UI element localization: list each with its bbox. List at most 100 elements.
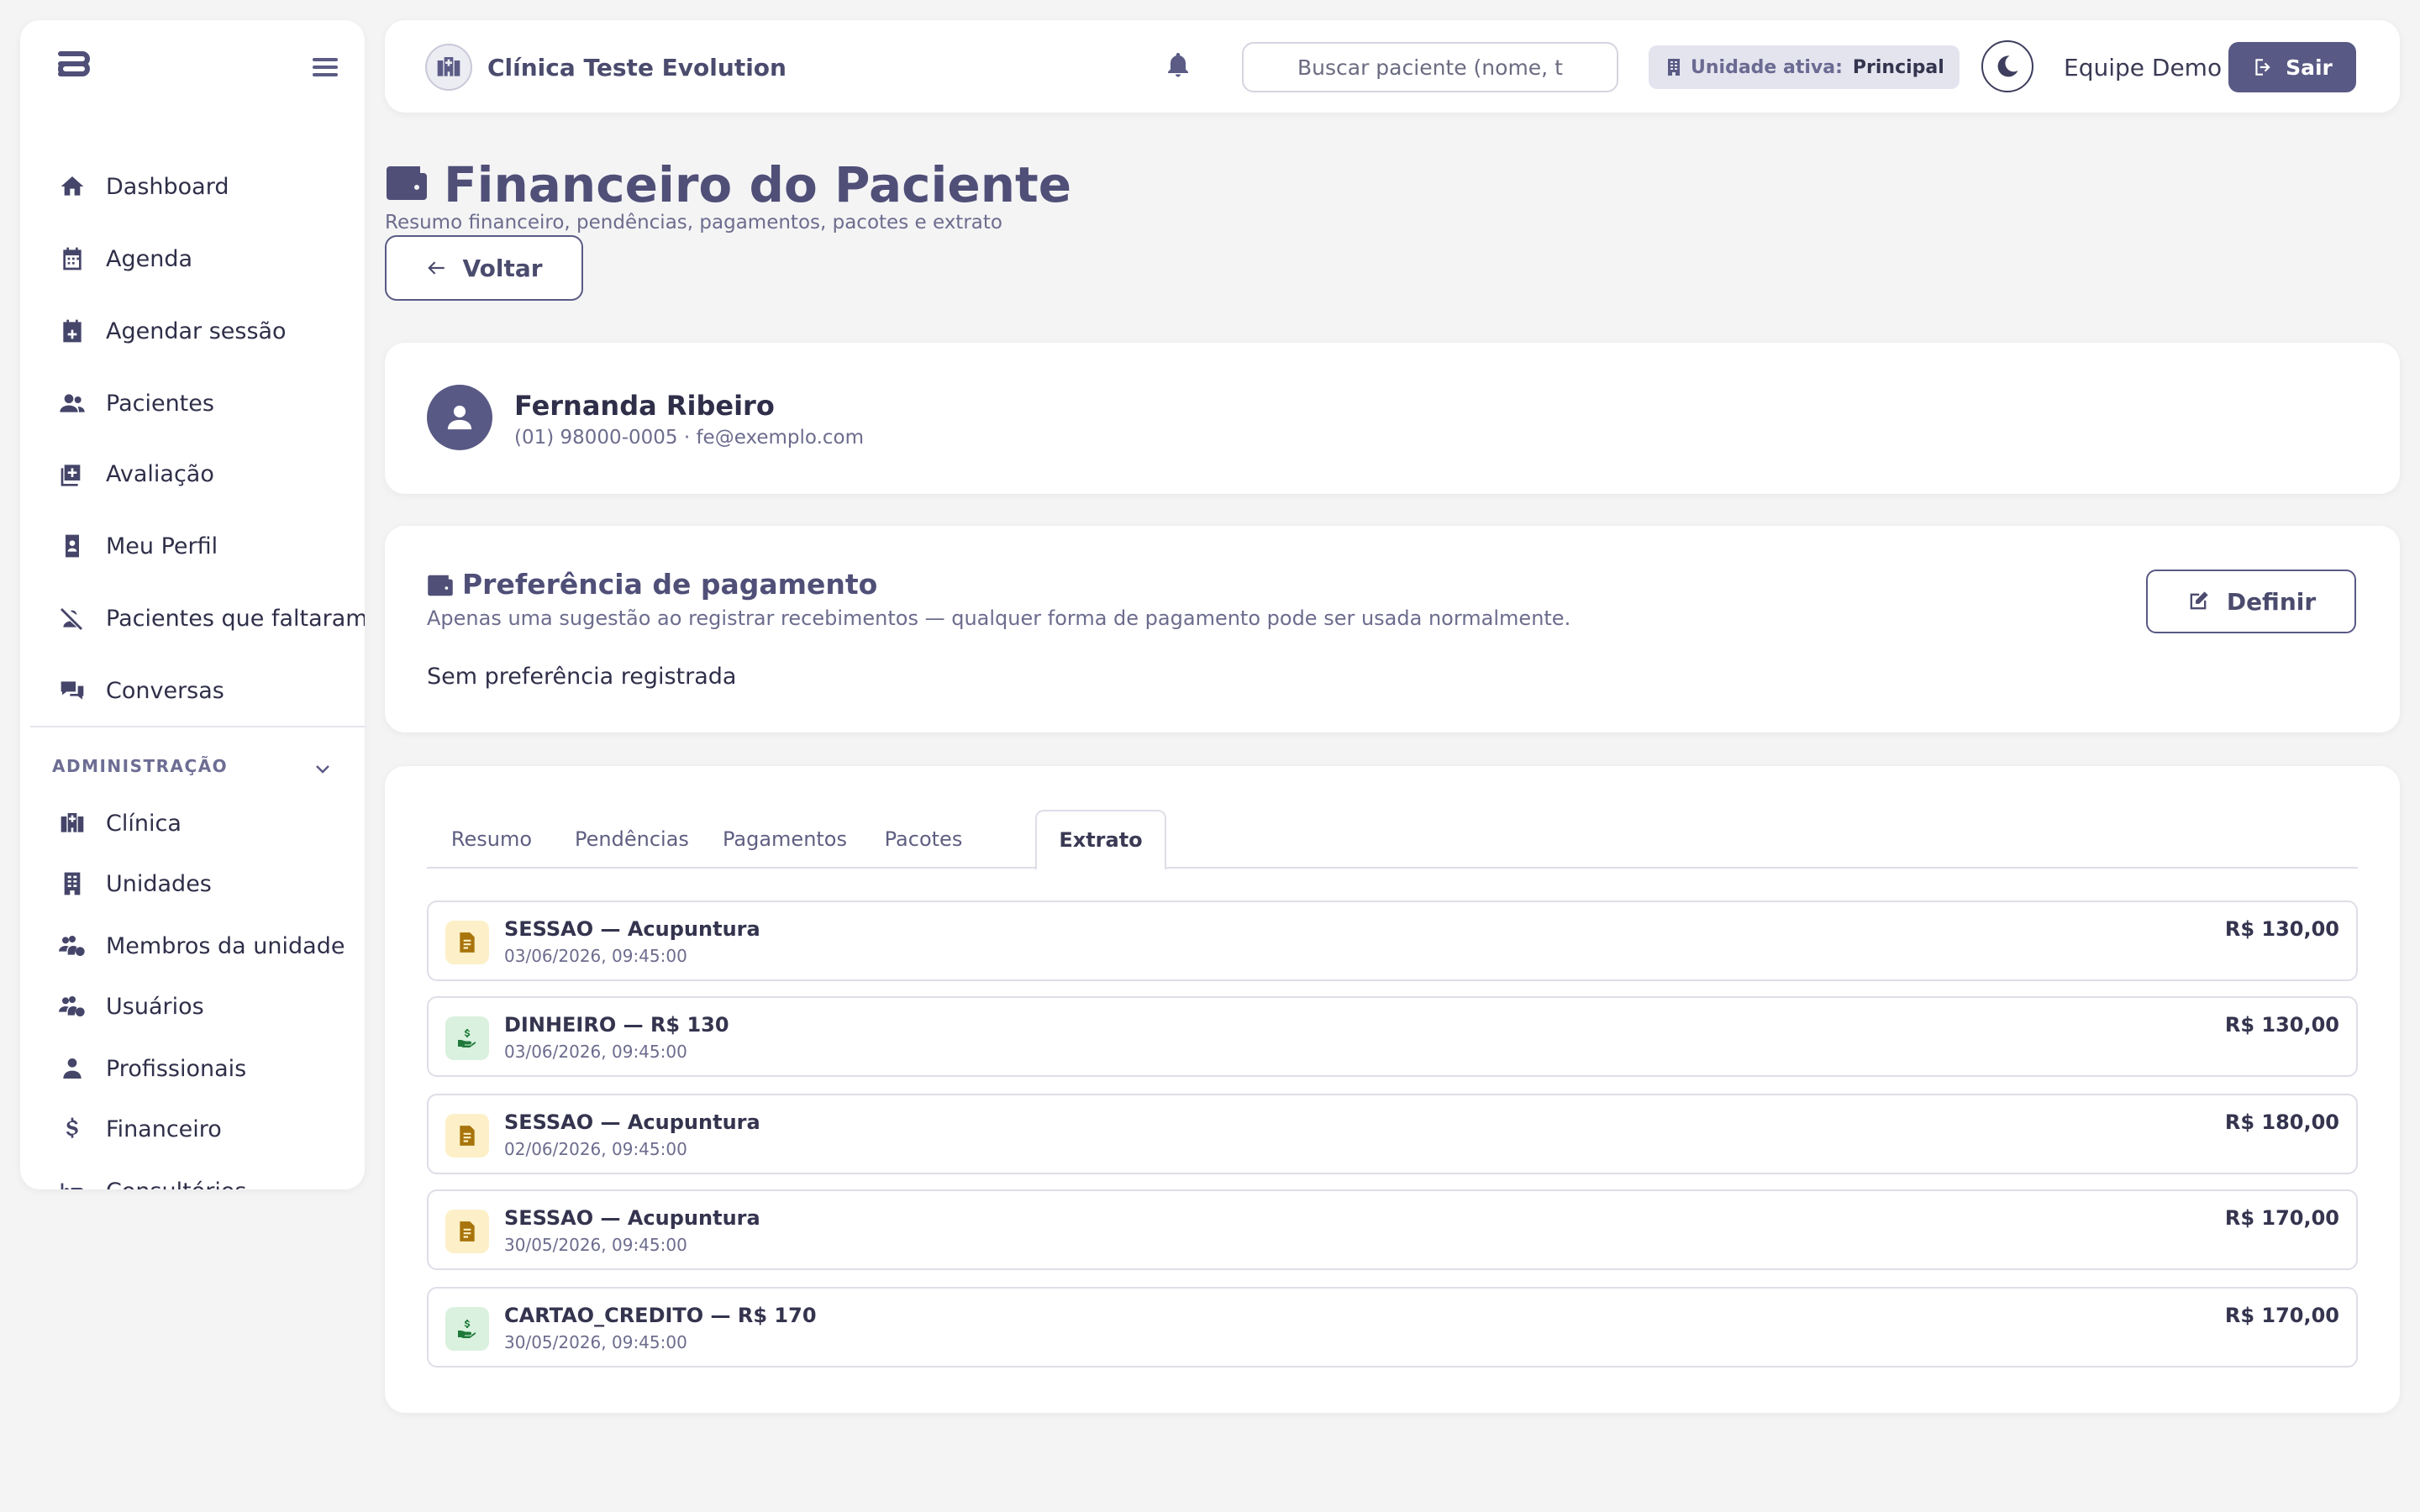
financial-tabs-card: Resumo Pendências Pagamentos Pacotes Ext… <box>385 766 2400 1413</box>
entry-date: 30/05/2026, 09:45:00 <box>504 1235 687 1255</box>
sidebar-item-meu-perfil[interactable]: Meu Perfil <box>20 521 365 571</box>
clinic-name: Clínica Teste Evolution <box>487 54 786 81</box>
user-doctor-icon <box>57 1053 87 1084</box>
theme-toggle-button[interactable] <box>1981 40 2033 92</box>
id-badge-icon <box>57 531 87 561</box>
sidebar-item-usuarios[interactable]: Usuários <box>20 981 365 1032</box>
sidebar-item-label: Agendar sessão <box>106 318 287 344</box>
sidebar-item-label: Unidades <box>106 870 212 897</box>
sidebar-item-label: Profissionais <box>106 1055 247 1082</box>
active-unit-badge[interactable]: Unidade ativa: Principal <box>1649 45 1960 89</box>
menu-toggle-icon[interactable] <box>313 58 338 76</box>
building-icon <box>57 869 87 899</box>
tab-resumo[interactable]: Resumo <box>427 810 556 869</box>
sidebar-item-label: Pacientes <box>106 390 214 417</box>
statement-entry[interactable]: CARTAO_CREDITO — R$ 170 30/05/2026, 09:4… <box>427 1287 2358 1368</box>
tab-extrato[interactable]: Extrato <box>1035 810 1166 870</box>
page-subtitle: Resumo financeiro, pendências, pagamento… <box>385 212 1002 234</box>
invoice-icon <box>445 1114 489 1158</box>
hand-holding-dollar-icon <box>445 1016 489 1060</box>
entry-amount: R$ 180,00 <box>2224 1110 2339 1134</box>
arrow-left-icon <box>428 261 445 275</box>
entry-title: SESSAO — Acupuntura <box>504 1206 760 1230</box>
sidebar-item-pacientes-faltaram[interactable]: Pacientes que faltaram <box>20 593 365 643</box>
patient-card: Fernanda Ribeiro (01) 98000-0005 · fe@ex… <box>385 343 2400 494</box>
sidebar-item-dashboard[interactable]: Dashboard <box>20 161 365 212</box>
entry-title: CARTAO_CREDITO — R$ 170 <box>504 1304 817 1327</box>
top-header: Clínica Teste Evolution Unidade ativa: P… <box>385 20 2400 113</box>
patient-name: Fernanda Ribeiro <box>514 390 775 422</box>
calendar-icon <box>57 244 87 274</box>
home-icon <box>57 171 87 202</box>
hospital-icon <box>437 57 460 76</box>
moon-icon <box>1997 55 2018 77</box>
sidebar-item-label: Financeiro <box>106 1116 222 1142</box>
sidebar-item-clinica[interactable]: Clínica <box>20 798 365 848</box>
user-icon <box>447 405 472 430</box>
payment-preference-title: Preferência de pagamento <box>462 568 878 601</box>
edit-icon <box>2190 591 2208 610</box>
define-label: Definir <box>2226 587 2317 616</box>
payment-preference-card: Preferência de pagamento Apenas uma suge… <box>385 526 2400 732</box>
back-label: Voltar <box>462 254 543 282</box>
entry-date: 03/06/2026, 09:45:00 <box>504 1042 687 1062</box>
tab-bar: Resumo Pendências Pagamentos Pacotes Ext… <box>427 810 2358 870</box>
tab-pendencias[interactable]: Pendências <box>556 810 708 869</box>
chat-icon <box>57 675 87 706</box>
logout-button[interactable]: Sair <box>2228 42 2356 92</box>
sidebar-item-financeiro[interactable]: Financeiro <box>20 1104 365 1154</box>
users-gear-icon <box>57 991 87 1021</box>
avatar <box>427 385 492 450</box>
sidebar-item-consultorios[interactable]: Consultórios <box>20 1166 365 1189</box>
active-unit-label: Unidade ativa: <box>1691 56 1843 78</box>
entry-title: SESSAO — Acupuntura <box>504 1110 760 1134</box>
statement-entry[interactable]: SESSAO — Acupuntura 30/05/2026, 09:45:00… <box>427 1189 2358 1270</box>
sidebar-item-label: Avaliação <box>106 460 214 487</box>
entry-date: 02/06/2026, 09:45:00 <box>504 1139 687 1159</box>
sidebar-item-unidades[interactable]: Unidades <box>20 858 365 909</box>
statement-entry[interactable]: SESSAO — Acupuntura 02/06/2026, 09:45:00… <box>427 1094 2358 1174</box>
define-preference-button[interactable]: Definir <box>2146 570 2356 633</box>
entry-date: 03/06/2026, 09:45:00 <box>504 946 687 966</box>
sidebar-item-agendar-sessao[interactable]: Agendar sessão <box>20 306 365 356</box>
page-title: Financeiro do Paciente <box>444 156 1072 213</box>
statement-entry[interactable]: DINHEIRO — R$ 130 03/06/2026, 09:45:00 R… <box>427 996 2358 1077</box>
tab-pagamentos[interactable]: Pagamentos <box>708 810 862 869</box>
wallet-icon <box>385 163 429 203</box>
invoice-icon <box>445 921 489 964</box>
sidebar-item-profissionais[interactable]: Profissionais <box>20 1043 365 1094</box>
hospital-icon <box>57 808 87 838</box>
clipboard-plus-icon <box>57 459 87 489</box>
sidebar-item-pacientes[interactable]: Pacientes <box>20 378 365 428</box>
wallet-icon <box>427 573 454 598</box>
entry-amount: R$ 130,00 <box>2224 1013 2339 1037</box>
sidebar-item-label: Consultórios <box>106 1179 246 1190</box>
sidebar-item-avaliacao[interactable]: Avaliação <box>20 449 365 499</box>
chevron-down-icon[interactable] <box>313 759 333 780</box>
sidebar-item-label: Agenda <box>106 245 193 272</box>
app-logo[interactable] <box>52 47 91 86</box>
sidebar-item-conversas[interactable]: Conversas <box>20 665 365 716</box>
sidebar-item-label: Dashboard <box>106 173 229 200</box>
logout-label: Sair <box>2286 55 2333 80</box>
sidebar-item-membros-unidade[interactable]: Membros da unidade <box>20 921 365 971</box>
entry-amount: R$ 170,00 <box>2224 1206 2339 1230</box>
dollar-icon <box>57 1114 87 1144</box>
statement-entry[interactable]: SESSAO — Acupuntura 03/06/2026, 09:45:00… <box>427 900 2358 981</box>
patient-contact: (01) 98000-0005 · fe@exemplo.com <box>514 427 864 449</box>
tab-pacotes[interactable]: Pacotes <box>862 810 985 869</box>
bell-icon[interactable] <box>1163 50 1193 81</box>
sidebar-item-label: Membros da unidade <box>106 932 345 959</box>
building-icon <box>1668 59 1680 76</box>
admin-section-label[interactable]: ADMINISTRAÇÃO <box>52 756 228 776</box>
sidebar-item-agenda[interactable]: Agenda <box>20 234 365 284</box>
sidebar-item-label: Conversas <box>106 677 224 704</box>
search-input[interactable] <box>1242 42 1618 92</box>
clinic-avatar <box>425 44 472 91</box>
active-unit-value: Principal <box>1852 56 1944 78</box>
bed-icon <box>57 1176 87 1189</box>
users-icon <box>57 388 87 418</box>
entry-amount: R$ 130,00 <box>2224 917 2339 941</box>
payment-preference-value: Sem preferência registrada <box>427 664 737 690</box>
back-button[interactable]: Voltar <box>385 235 583 301</box>
